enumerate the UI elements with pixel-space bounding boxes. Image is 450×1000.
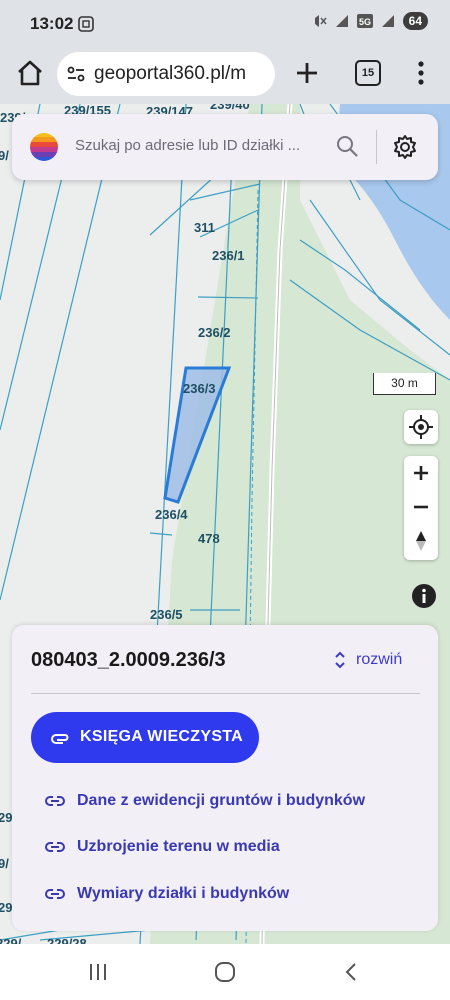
paperclip-icon: [51, 734, 69, 744]
geoportal-logo-icon: [30, 133, 58, 161]
zoom-out-icon[interactable]: [404, 490, 438, 524]
link-label[interactable]: Wymiary działki i budynków: [77, 885, 289, 903]
compass-icon[interactable]: [404, 524, 438, 558]
parcel-label: 229/28: [47, 936, 87, 944]
link-label[interactable]: Dane z ewidencji gruntów i budynków: [77, 792, 365, 810]
screenshot-icon: [78, 16, 94, 32]
zoom-controls: [404, 456, 438, 560]
link-label[interactable]: Uzbrojenie terenu w media: [77, 838, 280, 856]
home-icon[interactable]: [15, 58, 45, 88]
search-input[interactable]: Szukaj po adresie lub ID działki ...: [75, 137, 300, 154]
unfold-icon: [335, 651, 345, 669]
search-box: Szukaj po adresie lub ID działki ...: [12, 114, 438, 180]
svg-text:5G: 5G: [359, 17, 371, 27]
address-bar[interactable]: geoportal360.pl/m: [57, 52, 275, 96]
url-text[interactable]: geoportal360.pl/m: [94, 63, 270, 85]
status-time: 13:02: [30, 14, 74, 33]
locate-button[interactable]: [404, 410, 438, 444]
more-vert-icon[interactable]: [413, 58, 429, 88]
parcel-label: 236/2: [198, 325, 231, 340]
land-registry-label[interactable]: KSIĘGA WIECZYSTA: [80, 728, 243, 746]
parcel-label: 239/40: [210, 104, 250, 112]
expand-button[interactable]: rozwiń: [334, 647, 402, 673]
expand-label[interactable]: rozwiń: [356, 651, 402, 669]
battery-icon: 64: [402, 12, 428, 30]
mute-icon: [314, 15, 327, 27]
scale-bar: 30 m: [373, 373, 436, 395]
gear-icon[interactable]: [392, 134, 418, 160]
parcel-label: 311: [194, 220, 215, 235]
home-circle-icon[interactable]: [213, 960, 237, 984]
parcel-panel: 080403_2.0009.236/3 rozwiń KSIĘGA WIECZY…: [12, 625, 438, 931]
signal-icon: [335, 15, 348, 27]
site-settings-icon[interactable]: [67, 65, 85, 83]
parcel-label: 236/4: [155, 507, 188, 522]
locate-icon[interactable]: [404, 410, 438, 444]
link-utilities[interactable]: Uzbrojenie terenu w media: [45, 834, 280, 860]
link-icon: [45, 796, 65, 806]
parcel-label: 478: [198, 531, 220, 546]
parcel-label: 229/: [0, 936, 22, 944]
panel-divider: [31, 693, 420, 694]
system-nav-bar: [0, 944, 450, 1000]
link-dimensions[interactable]: Wymiary działki i budynków: [45, 881, 289, 907]
5g-icon: 5G: [356, 14, 373, 28]
parcel-label: 9/: [0, 148, 9, 163]
signal-bars-icon: [381, 15, 394, 27]
link-icon: [45, 889, 65, 899]
parcel-label: 236/1: [212, 248, 245, 263]
info-icon[interactable]: [411, 583, 437, 609]
back-icon[interactable]: [340, 960, 364, 984]
status-right: 5G 64: [313, 12, 428, 30]
search-divider: [376, 130, 377, 164]
recents-icon[interactable]: [86, 960, 110, 984]
land-registry-button[interactable]: KSIĘGA WIECZYSTA: [31, 712, 259, 763]
link-icon: [45, 842, 65, 852]
search-icon[interactable]: [335, 134, 359, 158]
parcel-label: 236/5: [150, 607, 183, 622]
zoom-in-icon[interactable]: [404, 456, 438, 490]
browser-toolbar: geoportal360.pl/m 15: [0, 48, 450, 104]
parcel-id-title: 080403_2.0009.236/3: [31, 649, 226, 671]
tabs-icon[interactable]: 15: [355, 60, 381, 86]
status-bar: 13:02 5G 64: [0, 0, 450, 48]
plus-icon[interactable]: [292, 58, 322, 88]
link-land-records[interactable]: Dane z ewidencji gruntów i budynków: [45, 788, 365, 814]
parcel-label: 236/3: [183, 381, 216, 396]
